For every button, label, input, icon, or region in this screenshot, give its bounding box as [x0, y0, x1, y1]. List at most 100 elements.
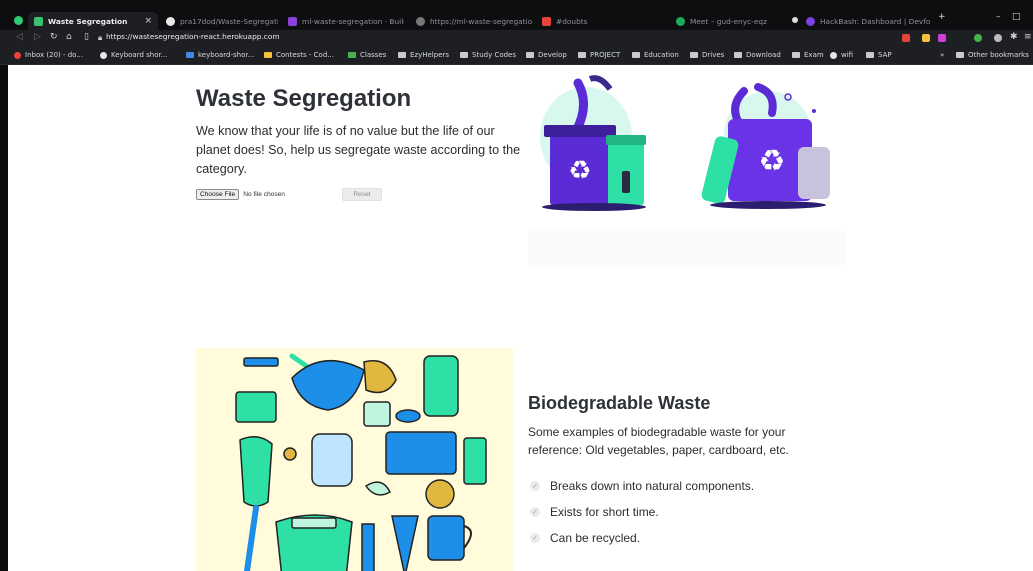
- leaf-shape: [588, 75, 613, 91]
- folder-icon: [866, 52, 874, 58]
- maximize-button[interactable]: □: [1012, 12, 1021, 22]
- tab-label: Meet – gud-enyc-eqz: [690, 16, 767, 26]
- address-bar[interactable]: https://wastesegregation-react.herokuapp…: [106, 32, 280, 41]
- extension-icon[interactable]: [922, 34, 930, 42]
- mug-handle: [463, 525, 472, 549]
- github-icon: [166, 16, 175, 26]
- tab-label: pra17dod/Waste-Segregation: [180, 16, 278, 26]
- folder-icon: [792, 52, 800, 58]
- check-icon: ✓: [530, 481, 540, 491]
- bottle-shape: [622, 171, 630, 193]
- bookmarks-overflow-button[interactable]: »: [940, 51, 944, 59]
- jar-shape: [423, 355, 459, 417]
- list-item: ✓ Breaks down into natural components.: [530, 473, 754, 499]
- item-shape: [395, 409, 421, 423]
- tab-waste-segregation[interactable]: Waste Segregation ×: [28, 12, 158, 30]
- tab-hackbash[interactable]: HackBash: Dashboard | Devfo: [800, 12, 932, 30]
- box-shape: [235, 391, 277, 423]
- other-bookmarks[interactable]: Other bookmarks: [956, 51, 1029, 59]
- bookmark-contests[interactable]: Contests - Cod...: [264, 51, 334, 59]
- folder-icon: [578, 52, 586, 58]
- choose-file-button[interactable]: Choose File: [196, 189, 240, 200]
- bookmark-drives[interactable]: Drives: [690, 51, 724, 59]
- new-tab-button[interactable]: +: [938, 12, 946, 22]
- biodegradable-waste-illustration: [196, 348, 513, 571]
- bookmark-inbox[interactable]: Inbox (20) - do...: [14, 51, 83, 59]
- bookmark-keyboard-1[interactable]: Keyboard shor...: [100, 51, 167, 59]
- extension-icon[interactable]: [974, 34, 982, 42]
- check-icon: ✓: [530, 507, 540, 517]
- folder-icon: [690, 52, 698, 58]
- bookmark-exam[interactable]: Exam: [792, 51, 824, 59]
- recycling-bins-illustration: ♻ ♻: [540, 75, 830, 211]
- classroom-icon: [348, 52, 356, 58]
- bookmark-ezyhelpers[interactable]: EzyHelpers: [398, 51, 449, 59]
- bookmark-keyboard-2[interactable]: keyboard-shor...: [186, 51, 254, 59]
- section-title: Biodegradable Waste: [528, 393, 711, 413]
- image-placeholder: [528, 231, 846, 265]
- item-shape: [385, 431, 457, 475]
- tab-doubts[interactable]: #doubts: [536, 12, 656, 30]
- page-content: Waste Segregation We know that your life…: [8, 65, 1033, 571]
- devfolio-icon: [806, 16, 815, 26]
- forward-icon[interactable]: ▷: [34, 32, 41, 42]
- section-description: Some examples of biodegradable waste for…: [528, 425, 789, 457]
- profile-icon[interactable]: [994, 34, 1002, 42]
- folder-icon: [956, 52, 964, 58]
- tab-label: Waste Segregation: [48, 16, 128, 26]
- item-shape: [243, 357, 279, 367]
- tab-build[interactable]: ml-waste-segregation · Build: [282, 12, 404, 30]
- decor-dot: [812, 109, 816, 113]
- list-item: ✓ Exists for short time.: [530, 499, 754, 525]
- item-shape: [364, 481, 391, 496]
- shadow: [710, 201, 826, 209]
- reload-icon[interactable]: ↻: [50, 32, 58, 42]
- tab-meet[interactable]: Meet – gud-enyc-eqz: [670, 12, 788, 30]
- whatsapp-icon: [14, 16, 23, 25]
- file-status: No file chosen: [243, 191, 285, 198]
- bookmark-project[interactable]: PROJECT: [578, 51, 620, 59]
- site-icon: [264, 52, 272, 58]
- minimize-button[interactable]: –: [996, 12, 1001, 22]
- bookmark-education[interactable]: Education: [632, 51, 679, 59]
- lock-icon: 🔒︎: [98, 33, 103, 42]
- lid-shape: [291, 517, 337, 529]
- back-icon[interactable]: ◁: [16, 32, 23, 42]
- globe-icon: [416, 16, 425, 26]
- intro-text: We know that your life is of no value bu…: [196, 124, 521, 176]
- recycle-icon: ♻: [759, 144, 786, 179]
- recycle-icon: ♻: [568, 156, 591, 186]
- item-shape: [361, 523, 375, 571]
- bookmark-wifi[interactable]: wifi: [830, 51, 853, 59]
- site-icon: [186, 52, 194, 58]
- heroku-icon: [288, 16, 297, 26]
- waste-items-drawing: [235, 353, 487, 571]
- puzzle-icon[interactable]: ✱: [1010, 32, 1018, 42]
- bookmark-page-icon[interactable]: ▯: [84, 32, 89, 42]
- mug-shape: [427, 515, 465, 561]
- tab-github[interactable]: pra17dod/Waste-Segregation: [160, 12, 278, 30]
- item-shape: [391, 515, 419, 571]
- reset-button[interactable]: Reset: [342, 188, 382, 201]
- brave-shield-icon[interactable]: [902, 34, 910, 42]
- item-shape: [291, 359, 365, 411]
- folder-icon: [734, 52, 742, 58]
- extension-icon[interactable]: [938, 34, 946, 42]
- menu-icon[interactable]: ≡: [1024, 32, 1032, 42]
- cup-shape: [798, 147, 830, 199]
- bookmark-sap[interactable]: SAP: [866, 51, 892, 59]
- item-shape: [363, 401, 391, 427]
- close-tab-icon[interactable]: ×: [144, 16, 152, 26]
- bookmark-develop[interactable]: Develop: [526, 51, 567, 59]
- bin-lid: [544, 125, 616, 137]
- bookmark-download[interactable]: Download: [734, 51, 781, 59]
- tab-ml-waste[interactable]: https://ml-waste-segregation: [410, 12, 532, 30]
- item-shape: [425, 479, 455, 509]
- folder-icon: [460, 52, 468, 58]
- tab-label: https://ml-waste-segregation: [430, 16, 532, 26]
- page-title: Waste Segregation: [196, 85, 412, 112]
- home-icon[interactable]: ⌂: [66, 32, 72, 42]
- check-icon: ✓: [530, 533, 540, 543]
- bookmark-study-codes[interactable]: Study Codes: [460, 51, 516, 59]
- bookmark-classes[interactable]: Classes: [348, 51, 386, 59]
